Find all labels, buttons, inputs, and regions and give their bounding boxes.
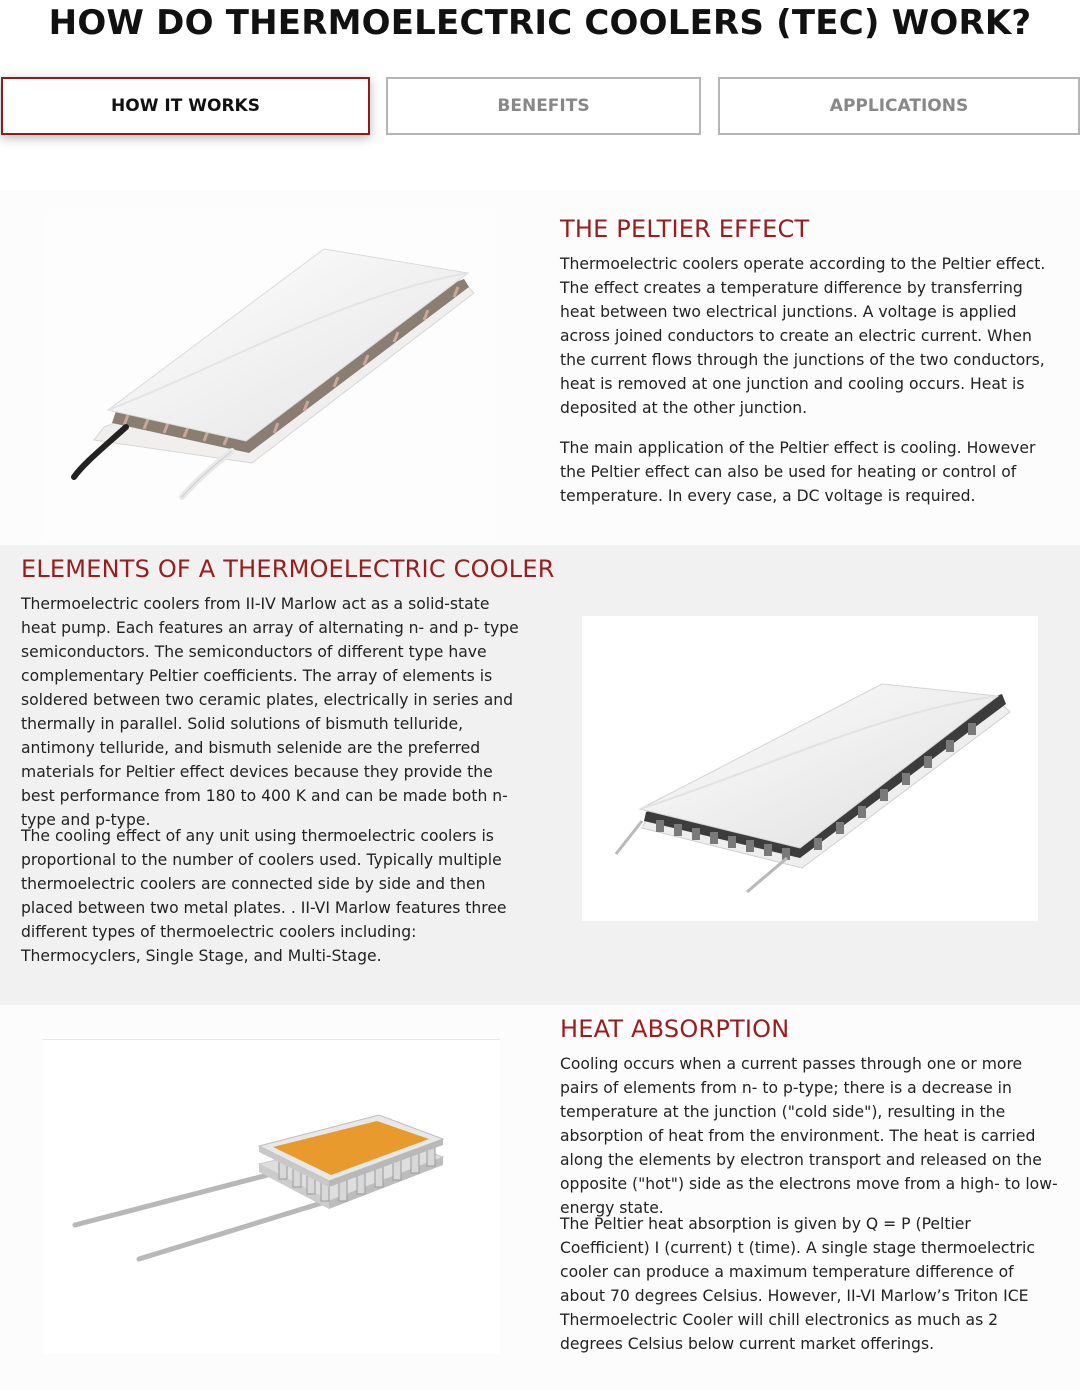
heat-absorption-paragraph-1: Cooling occurs when a current passes thr… xyxy=(560,1055,1058,1217)
tec-module-image xyxy=(44,215,496,540)
tab-how-it-works[interactable]: HOW IT WORKS xyxy=(1,77,370,135)
elements-section: ELEMENTS OF A THERMOELECTRIC COOLER Ther… xyxy=(0,545,1080,1005)
tab-bar: HOW IT WORKS BENEFITS APPLICATIONS xyxy=(0,76,1080,140)
elements-paragraph-1: Thermoelectric coolers from II-IV Marlow… xyxy=(21,595,519,829)
elements-heading: ELEMENTS OF A THERMOELECTRIC COOLER xyxy=(21,555,555,583)
tab-benefits[interactable]: BENEFITS xyxy=(386,77,701,135)
page-title: HOW DO THERMOELECTRIC COOLERS (TEC) WORK… xyxy=(48,3,1032,43)
peltier-effect-section: THE PELTIER EFFECT Thermoelectric cooler… xyxy=(0,190,1080,545)
tec-module-orange-image xyxy=(43,1039,500,1354)
heat-absorption-heading: HEAT ABSORPTION xyxy=(560,1015,790,1043)
peltier-effect-heading: THE PELTIER EFFECT xyxy=(560,215,810,243)
heat-absorption-paragraph-2: The Peltier heat absorption is given by … xyxy=(560,1215,1035,1353)
peltier-effect-paragraph-2: The main application of the Peltier effe… xyxy=(560,439,1036,505)
peltier-effect-paragraph-1: Thermoelectric coolers operate according… xyxy=(560,255,1046,417)
tab-applications[interactable]: APPLICATIONS xyxy=(718,77,1080,135)
tec-array-image xyxy=(582,616,1038,921)
elements-paragraph-2: The cooling effect of any unit using the… xyxy=(21,827,507,965)
heat-absorption-section: HEAT ABSORPTION Cooling occurs when a cu… xyxy=(0,1005,1080,1390)
